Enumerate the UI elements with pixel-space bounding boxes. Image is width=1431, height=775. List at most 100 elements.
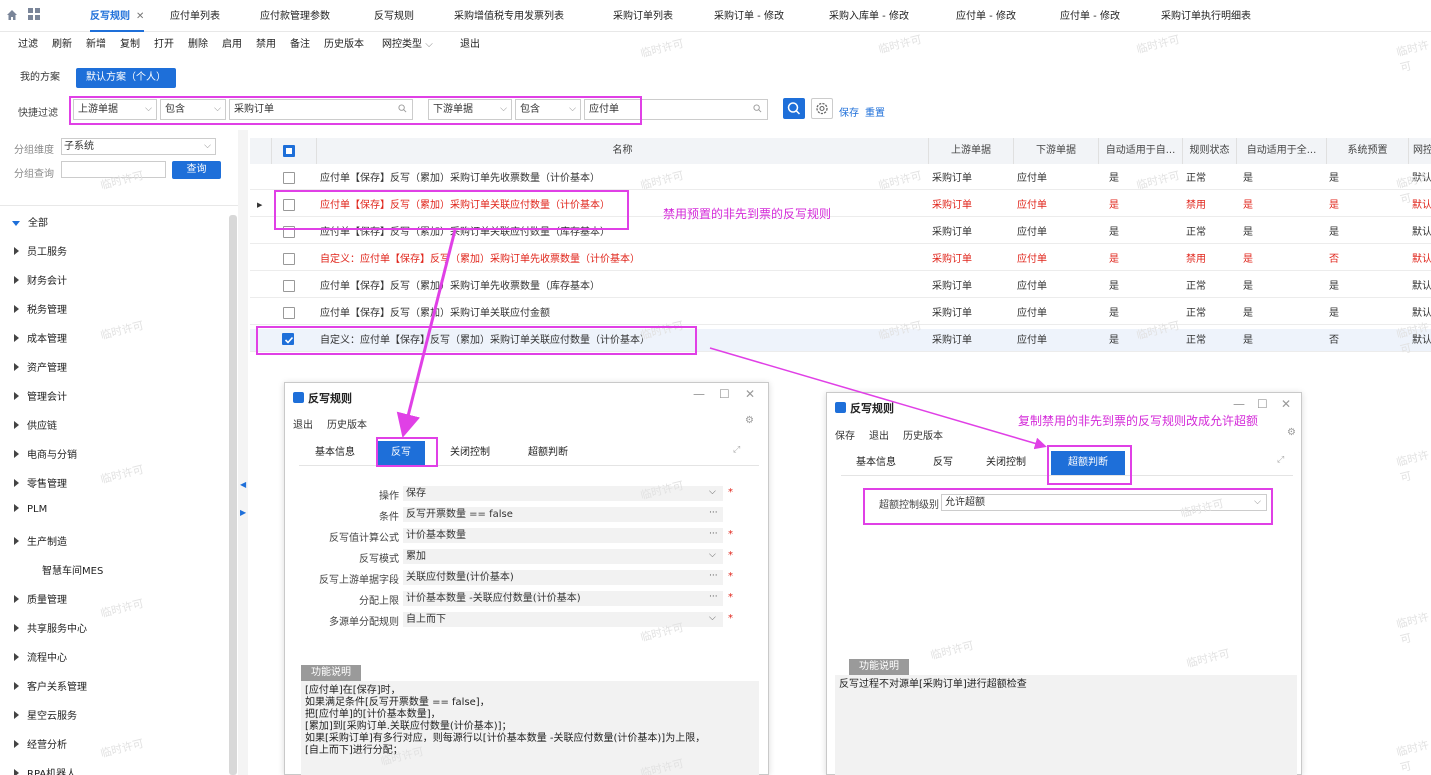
tab-ap-params[interactable]: 应付款管理参数 <box>260 0 330 32</box>
chevron-down-icon[interactable]: ⌵ <box>709 613 716 623</box>
chevron-right-icon[interactable] <box>14 421 19 429</box>
chevron-right-icon[interactable] <box>14 653 19 661</box>
gear-icon[interactable]: ⚙ <box>745 415 754 426</box>
chevron-down-icon[interactable] <box>12 221 20 226</box>
tree-node[interactable]: 质量管理 <box>14 591 67 606</box>
grid-header-auto-self[interactable]: 自动适用于自... <box>1099 138 1183 164</box>
history-button[interactable]: 历史版本 <box>324 35 364 50</box>
chevron-right-icon[interactable] <box>14 740 19 748</box>
grid-header-downstream[interactable]: 下游单据 <box>1014 138 1099 164</box>
search-button[interactable] <box>783 98 805 119</box>
minimize-icon[interactable]: — <box>693 387 705 401</box>
dialog-exit-button[interactable]: 退出 <box>293 416 313 431</box>
chevron-right-icon[interactable] <box>14 392 19 400</box>
tab-basic-info[interactable]: 基本信息 <box>299 441 371 465</box>
chevron-down-icon[interactable]: ⌵ <box>709 487 716 497</box>
query-button[interactable]: 查询 <box>172 161 221 179</box>
tab-ap-edit-1[interactable]: 应付单 - 修改 <box>956 0 1016 32</box>
dialog-history-button[interactable]: 历史版本 <box>903 427 943 442</box>
disable-button[interactable]: 禁用 <box>256 35 276 50</box>
tab-vat-invoice-list[interactable]: 采购增值税专用发票列表 <box>454 0 564 32</box>
row-checkbox[interactable] <box>283 172 295 184</box>
gear-icon[interactable]: ⚙ <box>1287 427 1296 438</box>
chevron-right-icon[interactable] <box>14 711 19 719</box>
apps-grid-icon[interactable] <box>28 8 40 20</box>
close-icon[interactable]: ✕ <box>1281 397 1291 411</box>
row-checkbox[interactable] <box>283 199 295 211</box>
filter-value-1[interactable]: 采购订单 <box>229 99 413 120</box>
filter-field-1[interactable]: 上游单据 ⌵ <box>73 99 157 120</box>
filter-button[interactable]: 过滤 <box>18 35 38 50</box>
table-row[interactable]: 应付单【保存】反写（累加）采购订单先收票数量（计价基本） 采购订单 应付单 是 正常 是 是… <box>250 167 1431 190</box>
field-value[interactable]: 反写开票数量 == false <box>403 507 723 522</box>
row-checkbox[interactable] <box>283 280 295 292</box>
tree-node[interactable]: 经营分析 <box>14 736 67 751</box>
filter-field-2[interactable]: 下游单据 ⌵ <box>428 99 512 120</box>
field-value[interactable]: 计价基本数量 <box>403 528 723 543</box>
row-checkbox[interactable] <box>283 307 295 319</box>
grid-header-name[interactable]: 名称 <box>317 138 929 164</box>
scheme-mine[interactable]: 我的方案 <box>14 68 66 88</box>
grid-header-net[interactable]: 网控 <box>1409 138 1431 164</box>
close-icon[interactable]: ✕ <box>745 387 755 401</box>
maximize-icon[interactable]: ☐ <box>1257 397 1268 411</box>
field-value[interactable]: 自上而下 <box>403 612 723 627</box>
tree-node[interactable]: 员工服务 <box>14 243 67 258</box>
net-control-dropdown[interactable]: 网控类型 ⌵ <box>382 35 433 50</box>
expand-icon[interactable]: ⤢ <box>1277 455 1284 465</box>
chevron-right-icon[interactable] <box>14 334 19 342</box>
more-icon[interactable]: ··· <box>709 592 718 602</box>
chevron-right-icon[interactable] <box>14 537 19 545</box>
chevron-right-icon[interactable] <box>14 247 19 255</box>
filter-op-2[interactable]: 包含 ⌵ <box>515 99 581 120</box>
tab-writeback[interactable]: 反写 <box>377 441 425 465</box>
field-value[interactable]: 计价基本数量 -关联应付数量(计价基本) <box>403 591 723 606</box>
tab-po-list[interactable]: 采购订单列表 <box>613 0 673 32</box>
grid-header-select-all[interactable] <box>272 138 317 164</box>
open-button[interactable]: 打开 <box>154 35 174 50</box>
field-value[interactable]: 保存 <box>403 486 723 501</box>
tree-node[interactable]: 流程中心 <box>14 649 67 664</box>
tab-ap-edit-2[interactable]: 应付单 - 修改 <box>1060 0 1120 32</box>
table-row[interactable]: 应付单【保存】反写（累加）采购订单关联应付数量（库存基本） 采购订单 应付单 是 正常 是… <box>250 221 1431 244</box>
tab-basic-info[interactable]: 基本信息 <box>841 451 911 475</box>
tree-node[interactable]: 资产管理 <box>14 359 67 374</box>
tree-node[interactable]: PLM <box>14 504 47 515</box>
tree-node[interactable]: 电商与分销 <box>14 446 77 461</box>
tree-node[interactable]: 成本管理 <box>14 330 67 345</box>
field-value[interactable]: 累加 <box>403 549 723 564</box>
grid-header-auto-all[interactable]: 自动适用于全... <box>1237 138 1327 164</box>
close-icon[interactable]: ✕ <box>136 11 144 22</box>
more-icon[interactable]: ··· <box>709 571 718 581</box>
tree-scrollbar[interactable] <box>229 215 237 775</box>
maximize-icon[interactable]: ☐ <box>719 387 730 401</box>
chevron-down-icon[interactable]: ⌵ <box>709 550 716 560</box>
grid-header-preset[interactable]: 系统预置 <box>1327 138 1409 164</box>
tree-node[interactable]: 零售管理 <box>14 475 67 490</box>
delete-button[interactable]: 删除 <box>188 35 208 50</box>
tree-node[interactable]: 客户关系管理 <box>14 678 87 693</box>
table-row[interactable]: 应付单【保存】反写（累加）采购订单关联应付金额 采购订单 应付单 是 正常 是 是 默认 <box>250 302 1431 325</box>
reset-link[interactable]: 重置 <box>865 104 885 119</box>
expand-right-icon[interactable]: ▶ <box>240 508 246 517</box>
field-value[interactable]: 关联应付数量(计价基本) <box>403 570 723 585</box>
row-checkbox[interactable] <box>283 226 295 238</box>
tree-node[interactable]: 智慧车间MES <box>14 562 103 577</box>
exit-button[interactable]: 退出 <box>460 35 480 50</box>
tab-over-limit[interactable]: 超额判断 <box>1051 451 1125 475</box>
scheme-default[interactable]: 默认方案（个人） <box>76 68 176 88</box>
group-query-input[interactable] <box>61 161 166 178</box>
tab-close-control[interactable]: 关闭控制 <box>439 441 501 465</box>
save-scheme-link[interactable]: 保存 <box>839 104 859 119</box>
more-icon[interactable]: ··· <box>709 529 718 539</box>
minimize-icon[interactable]: — <box>1233 397 1245 411</box>
table-row[interactable]: 自定义：应付单【保存】反写（累加）采购订单关联应付数量（计价基本） 采购订单 应付单… <box>250 329 1431 352</box>
tab-receipt-edit[interactable]: 采购入库单 - 修改 <box>829 0 909 32</box>
chevron-right-icon[interactable] <box>14 624 19 632</box>
home-icon[interactable] <box>6 9 18 21</box>
filter-op-1[interactable]: 包含 ⌵ <box>160 99 226 120</box>
dialog-save-button[interactable]: 保存 <box>835 427 855 442</box>
tab-po-exec-detail[interactable]: 采购订单执行明细表 <box>1161 0 1251 32</box>
tree-node[interactable]: RPA机器人 <box>14 765 76 775</box>
dialog-history-button[interactable]: 历史版本 <box>327 416 367 431</box>
